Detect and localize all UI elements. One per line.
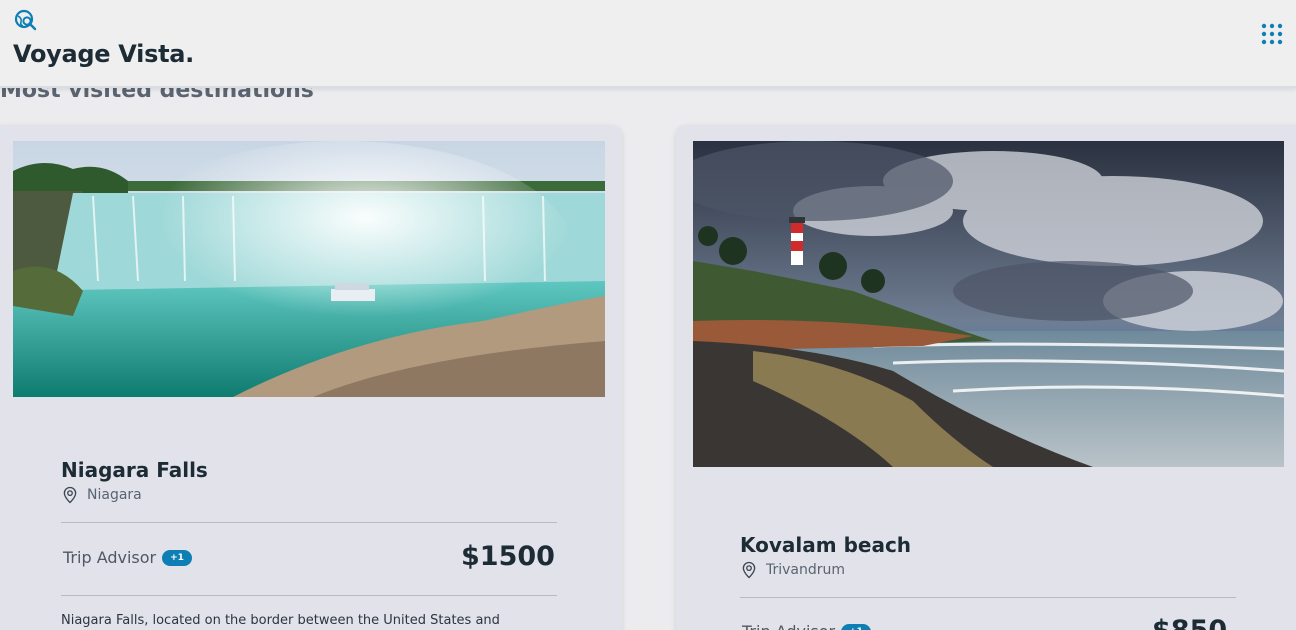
destination-name: Niagara Falls <box>61 458 208 482</box>
divider <box>740 597 1236 598</box>
destination-description: Niagara Falls, located on the border bet… <box>61 613 500 628</box>
grid-menu-icon[interactable] <box>1260 22 1284 46</box>
destination-location: Trivandrum <box>740 561 845 579</box>
globe-search-icon[interactable] <box>14 9 38 33</box>
trip-advisor-label: Trip Advisor <box>742 622 835 630</box>
trip-advisor-row: Trip Advisor +1 <box>742 622 871 630</box>
destination-photo <box>13 141 605 397</box>
location-label: Trivandrum <box>766 562 846 578</box>
trip-advisor-label: Trip Advisor <box>63 548 157 567</box>
destination-name: Kovalam beach <box>740 533 912 557</box>
location-pin-icon <box>63 486 77 504</box>
top-navbar: Voyage Vista. <box>0 0 1296 88</box>
price: $850 <box>1152 615 1227 630</box>
divider <box>61 595 557 596</box>
location-label: Niagara <box>87 487 142 503</box>
destination-card-niagara[interactable]: Niagara Falls Niagara Trip Advisor +1 $1… <box>0 125 622 630</box>
price: $1500 <box>461 541 555 572</box>
divider <box>61 522 557 523</box>
destination-location: Niagara <box>61 486 142 504</box>
location-pin-icon <box>742 561 756 579</box>
review-count-badge[interactable]: +1 <box>841 623 871 630</box>
destination-photo <box>693 141 1284 467</box>
destination-card-kovalam[interactable]: Kovalam beach Trivandrum Trip Advisor +1… <box>676 125 1296 630</box>
trip-advisor-row: Trip Advisor +1 <box>63 548 192 567</box>
review-count-badge[interactable]: +1 <box>162 549 192 566</box>
brand-name[interactable]: Voyage Vista. <box>13 40 194 68</box>
